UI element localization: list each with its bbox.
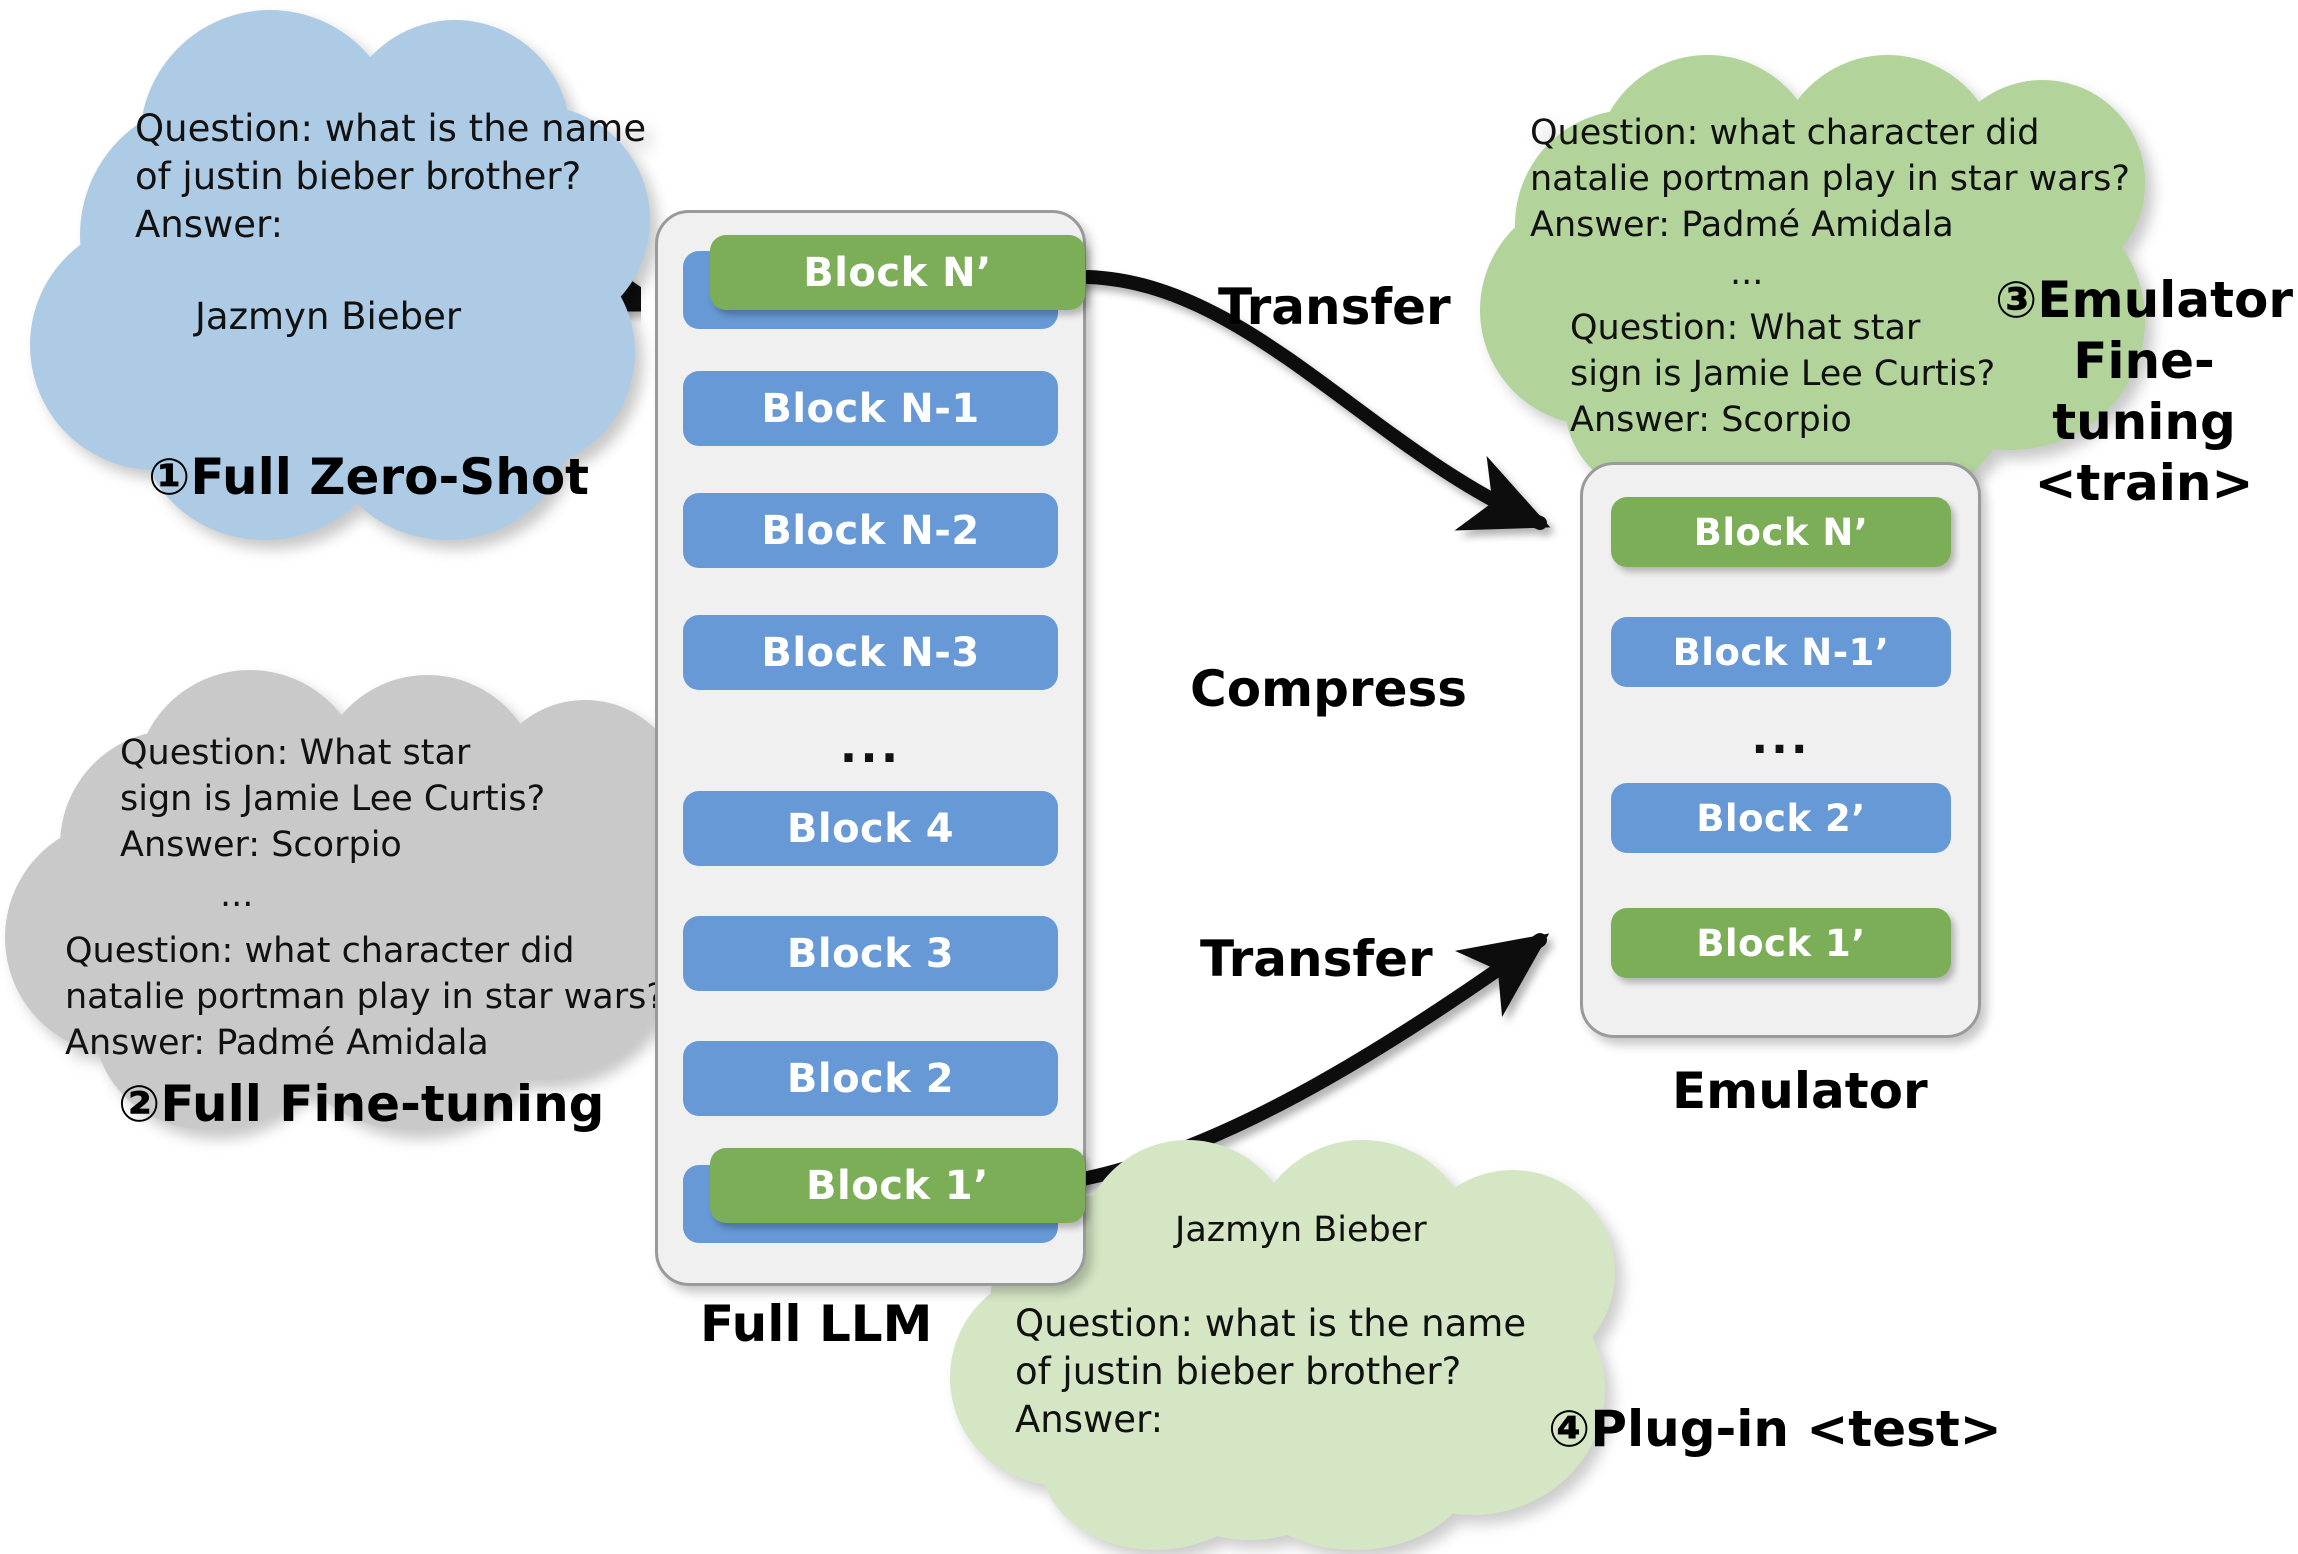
full-llm-block-6[interactable]: Block 3 bbox=[683, 916, 1058, 991]
cloud-emu-line2: Question: What star sign is Jamie Lee Cu… bbox=[1570, 308, 1996, 441]
arrow-label-compress: Compress bbox=[1190, 660, 1468, 718]
block-label: Block 3 bbox=[786, 930, 955, 977]
cloud-finetune-line2: Question: what character did natalie por… bbox=[65, 931, 665, 1064]
cloud-emu-line1: Question: what character did natalie por… bbox=[1530, 113, 2130, 246]
arrow-label-transfer-top: Transfer bbox=[1218, 278, 1451, 336]
emulator-block-0[interactable]: Block N’ bbox=[1611, 497, 1951, 567]
full-llm-block-1[interactable]: Block N-1 bbox=[683, 371, 1058, 446]
cloud-plugin-answer: Jazmyn Bieber bbox=[1175, 1210, 1427, 1250]
cloud-full-finetuning: Question: What star sign is Jamie Lee Cu… bbox=[5, 670, 705, 1130]
cloud-blob bbox=[325, 315, 570, 540]
caption-emulator: Emulator bbox=[1672, 1062, 1928, 1120]
full-llm-block-3[interactable]: Block N-3 bbox=[683, 615, 1058, 690]
block-label: Block N-1’ bbox=[1672, 630, 1890, 674]
caption-full-zero-shot: ①Full Zero-Shot bbox=[148, 448, 590, 506]
emulator-block-1[interactable]: Block N-1’ bbox=[1611, 617, 1951, 687]
block-label: Block 1’ bbox=[806, 1162, 989, 1209]
full-llm-block-7[interactable]: Block 2 bbox=[683, 1041, 1058, 1116]
full-llm-block-ellipsis: ... bbox=[683, 711, 1058, 781]
caption-full-finetuning: ②Full Fine-tuning bbox=[118, 1075, 605, 1133]
cloud-finetune-ellipsis: ... bbox=[220, 875, 254, 915]
cloud-zero-shot-answer: Jazmyn Bieber bbox=[195, 295, 462, 338]
block-label: Block 1’ bbox=[1696, 921, 1866, 965]
arrow-label-transfer-bottom: Transfer bbox=[1200, 930, 1433, 988]
emulator-block-4[interactable]: Block 1’ bbox=[1611, 908, 1951, 978]
full-llm-block-2[interactable]: Block N-2 bbox=[683, 493, 1058, 568]
block-label: Block 2 bbox=[786, 1055, 955, 1102]
cloud-zero-shot-prompt: Question: what is the name of justin bie… bbox=[135, 107, 647, 247]
block-label: Block N’ bbox=[1693, 510, 1869, 554]
emulator-stack: Block N’ Block N-1’ ... Block 2’ Block 1… bbox=[1580, 462, 1981, 1038]
block-label: Block N-3 bbox=[761, 629, 980, 676]
cloud-plugin-prompt: Question: what is the name of justin bie… bbox=[1015, 1302, 1527, 1442]
ellipsis-label: ... bbox=[1751, 712, 1811, 764]
full-llm-block-0[interactable]: Block N’ bbox=[710, 235, 1085, 310]
block-label: Block N-2 bbox=[761, 507, 980, 554]
block-label: Block 4 bbox=[786, 805, 955, 852]
full-llm-stack: Block N’ Block N-1 Block N-2 Block N-3 .… bbox=[655, 210, 1086, 1286]
block-label: Block 2’ bbox=[1696, 796, 1866, 840]
block-label: Block N’ bbox=[803, 249, 992, 296]
emulator-block-ellipsis: ... bbox=[1611, 703, 1951, 773]
caption-plugin-test: ④Plug-in <test> bbox=[1548, 1400, 2002, 1458]
diagram-canvas: Question: what is the name of justin bie… bbox=[0, 0, 2298, 1554]
full-llm-block-8[interactable]: Block 1’ bbox=[710, 1148, 1085, 1223]
full-llm-block-5[interactable]: Block 4 bbox=[683, 791, 1058, 866]
caption-emulator-finetuning: ③Emulator Fine-tuning <train> bbox=[1995, 271, 2293, 512]
cloud-emu-ellipsis: ... bbox=[1730, 253, 1764, 293]
caption-full-llm: Full LLM bbox=[700, 1295, 933, 1353]
cloud-finetune-line1: Question: What star sign is Jamie Lee Cu… bbox=[120, 733, 546, 866]
ellipsis-label: ... bbox=[839, 719, 902, 773]
emulator-block-3[interactable]: Block 2’ bbox=[1611, 783, 1951, 853]
block-label: Block N-1 bbox=[761, 385, 980, 432]
